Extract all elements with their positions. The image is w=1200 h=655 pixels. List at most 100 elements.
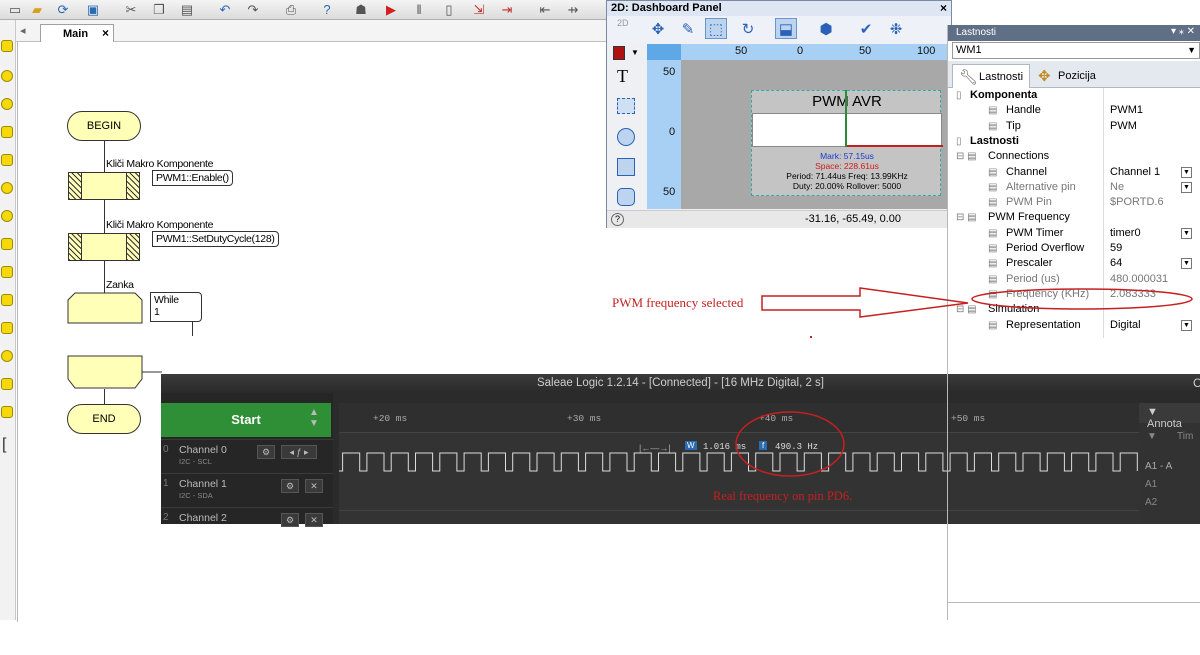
tab-scroll-left-icon[interactable]: ◂ bbox=[20, 24, 26, 37]
palette-play-icon[interactable] bbox=[1, 126, 13, 138]
gear-icon[interactable]: ⚙ bbox=[281, 513, 299, 527]
palette-input-icon[interactable] bbox=[1, 40, 13, 52]
cut-icon[interactable]: ✂ bbox=[122, 1, 140, 18]
palette-calc-icon[interactable] bbox=[1, 182, 13, 194]
palette-m-icon[interactable] bbox=[1, 322, 13, 334]
new-icon[interactable]: ▭ bbox=[6, 1, 24, 18]
property-row[interactable]: Channel ▤ Channel 1 ▼ bbox=[948, 165, 1200, 180]
palette-bracket-icon[interactable]: [ bbox=[2, 436, 6, 454]
collapse-icon[interactable]: ⊟ ▤ bbox=[956, 149, 977, 164]
color-swatch[interactable] bbox=[613, 46, 625, 60]
property-value[interactable]: PWM bbox=[1110, 119, 1137, 134]
loop-start-node[interactable] bbox=[67, 292, 143, 324]
debug-icon[interactable]: ☗ bbox=[352, 1, 370, 18]
color-dropdown-icon[interactable]: ▼ bbox=[631, 48, 639, 57]
palette-comment-icon[interactable] bbox=[1, 378, 13, 390]
property-row[interactable]: Period Overflow ▤ 59 bbox=[948, 241, 1200, 256]
rect-tool-icon[interactable] bbox=[617, 158, 635, 176]
redo-icon[interactable]: ↷ bbox=[244, 1, 262, 18]
rounded-rect-tool-icon[interactable] bbox=[617, 188, 635, 206]
property-value[interactable]: PWM1 bbox=[1110, 103, 1143, 118]
area-select-icon[interactable] bbox=[617, 98, 635, 114]
end-node[interactable]: END bbox=[67, 404, 141, 434]
chevron-down-icon[interactable]: ▼ bbox=[1187, 45, 1196, 55]
step-out-icon[interactable]: ⇤ bbox=[536, 1, 554, 18]
palette-loop-icon[interactable] bbox=[1, 238, 13, 250]
channel-row[interactable]: 2 Channel 2 ⚙ ✕ bbox=[161, 507, 333, 535]
settings-icon[interactable]: ❉ bbox=[885, 18, 907, 39]
collapse-icon[interactable]: ⊟ ▤ bbox=[956, 210, 977, 225]
dashboard-viewport[interactable]: 50 0 50 100 50 0 50 PWM AVR Mark: 57.15u… bbox=[647, 44, 951, 209]
wrench-icon[interactable]: ✔ bbox=[855, 18, 877, 39]
tab-main[interactable]: Main × bbox=[40, 24, 114, 42]
move-icon[interactable]: ✥ bbox=[647, 18, 669, 39]
chevron-down-icon[interactable]: ▼ bbox=[1181, 181, 1192, 193]
open-folder-icon[interactable]: ▰ bbox=[28, 1, 46, 18]
timeline[interactable]: +20 ms +30 ms +40 ms +50 ms |←—→| W 1.01… bbox=[339, 403, 1139, 524]
property-value[interactable]: Ne bbox=[1110, 180, 1124, 195]
trigger-icon[interactable]: ◂ ƒ ▸ bbox=[281, 445, 317, 459]
palette-pin-icon[interactable] bbox=[1, 154, 13, 166]
palette-macro-icon[interactable] bbox=[1, 266, 13, 278]
property-row[interactable]: Connections ⊟ ▤ bbox=[948, 149, 1200, 164]
stop-icon[interactable]: ▯ bbox=[440, 1, 458, 18]
property-value[interactable]: 59 bbox=[1110, 241, 1122, 256]
palette-interrupt-icon[interactable] bbox=[1, 350, 13, 362]
save-icon[interactable]: ▣ bbox=[84, 1, 102, 18]
text-tool-icon[interactable]: T bbox=[617, 66, 628, 87]
step-over-icon[interactable]: ⇥ bbox=[498, 1, 516, 18]
select-icon[interactable]: ⬚ bbox=[705, 18, 727, 39]
print-icon[interactable]: ⎙ bbox=[282, 1, 300, 18]
pause-icon[interactable]: ‖ bbox=[410, 1, 428, 18]
palette-delay-icon[interactable] bbox=[1, 98, 13, 110]
start-spinner-icon[interactable]: ▲ ▼ bbox=[309, 407, 319, 429]
stamp-icon[interactable]: ⬓ bbox=[775, 18, 797, 39]
start-button[interactable]: Start bbox=[161, 403, 331, 437]
pencil-icon[interactable]: ✎ bbox=[677, 18, 699, 39]
property-value[interactable]: 64 bbox=[1110, 256, 1122, 271]
breakpoint-icon[interactable]: ⇸ bbox=[564, 1, 582, 18]
palette-component-icon[interactable] bbox=[1, 294, 13, 306]
chevron-down-icon[interactable]: ▼ bbox=[1181, 166, 1192, 178]
channel-row[interactable]: 0 Channel 0 I2C - SCL ⚙ ◂ ƒ ▸ bbox=[161, 439, 333, 467]
property-row[interactable]: PWM Timer ▤ timer0 ▼ bbox=[948, 226, 1200, 241]
palette-code-icon[interactable] bbox=[1, 406, 13, 418]
property-row[interactable]: PWM Pin ▤ $PORTD.6 bbox=[948, 195, 1200, 210]
property-row[interactable]: Tip ▤ PWM bbox=[948, 119, 1200, 134]
tab-close-icon[interactable]: × bbox=[102, 26, 109, 40]
component-selector[interactable]: WM1 ▼ bbox=[952, 42, 1200, 59]
gear-icon[interactable]: ⚙ bbox=[257, 445, 275, 459]
pwm-component[interactable]: PWM AVR Mark: 57.15us Space: 228.61us Pe… bbox=[751, 90, 943, 196]
help-icon[interactable]: ? bbox=[318, 1, 336, 18]
property-value[interactable]: Channel 1 bbox=[1110, 165, 1160, 180]
chevron-down-icon[interactable]: ▼ bbox=[1181, 258, 1192, 270]
loop-end-node[interactable] bbox=[67, 355, 163, 389]
property-value[interactable]: timer0 bbox=[1110, 226, 1141, 241]
property-row[interactable]: Alternative pin ▤ Ne ▼ bbox=[948, 180, 1200, 195]
gear-icon[interactable]: ⚙ bbox=[281, 479, 299, 493]
circle-tool-icon[interactable] bbox=[617, 128, 635, 146]
help-icon[interactable]: ? bbox=[611, 213, 624, 226]
rotate-icon[interactable]: ↻ bbox=[737, 18, 759, 39]
panel-controls-icon[interactable]: ▾ ⁎ ✕ bbox=[1171, 26, 1195, 37]
filter-icon[interactable]: ▼ bbox=[1147, 431, 1157, 442]
tab-properties[interactable]: 🔧︎ Lastnosti bbox=[952, 64, 1031, 88]
property-row[interactable]: Prescaler ▤ 64 ▼ bbox=[948, 256, 1200, 271]
chevron-down-icon[interactable]: ▼ bbox=[1181, 227, 1192, 239]
copy-icon[interactable]: ❐ bbox=[150, 1, 168, 18]
paste-icon[interactable]: ▤ bbox=[178, 1, 196, 18]
refresh-icon[interactable]: ⟳ bbox=[54, 1, 72, 18]
tab-position[interactable]: ✥ Pozicija bbox=[1032, 64, 1102, 88]
dashboard-close-button[interactable]: × bbox=[940, 1, 947, 15]
macro1-node[interactable] bbox=[68, 172, 140, 200]
run-icon[interactable]: ▶ bbox=[382, 1, 400, 18]
begin-node[interactable]: BEGIN bbox=[67, 111, 141, 141]
dashboard-canvas[interactable]: PWM AVR Mark: 57.15us Space: 228.61us Pe… bbox=[681, 60, 949, 209]
palette-a-icon[interactable] bbox=[1, 210, 13, 222]
property-value[interactable]: $PORTD.6 bbox=[1110, 195, 1164, 210]
cube-icon[interactable]: ⬢ bbox=[815, 18, 837, 39]
palette-output-icon[interactable] bbox=[1, 70, 13, 82]
close-icon[interactable]: ✕ bbox=[305, 479, 323, 493]
close-icon[interactable]: ✕ bbox=[305, 513, 323, 527]
property-row[interactable]: PWM Frequency ⊟ ▤ bbox=[948, 210, 1200, 225]
